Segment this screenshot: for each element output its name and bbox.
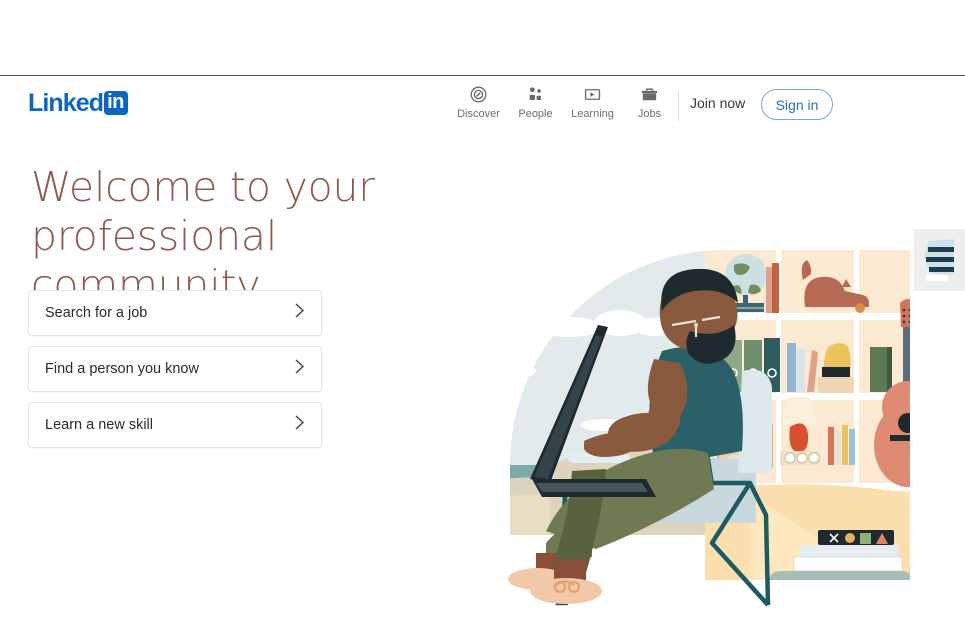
compass-icon	[469, 83, 488, 105]
quick-action-search-for-a-job[interactable]: Search for a job	[28, 290, 322, 336]
nav-item-learning[interactable]: Learning	[564, 83, 621, 120]
nav-label-learning: Learning	[571, 108, 614, 120]
chevron-right-icon	[294, 358, 305, 380]
quick-action-label: Learn a new skill	[45, 417, 153, 433]
nav-label-people: People	[518, 108, 553, 120]
briefcase-icon	[640, 83, 659, 105]
chevron-right-icon	[294, 302, 305, 324]
logo-wordmark: Linked	[28, 88, 104, 117]
site-header: Linked in Discover People Learning Jobs …	[0, 77, 965, 135]
page-body: Linked in Discover People Learning Jobs …	[0, 77, 965, 635]
nav-label-discover: Discover	[457, 108, 500, 120]
quick-action-label: Search for a job	[45, 305, 148, 321]
logo-badge: in	[104, 91, 128, 115]
quick-action-list: Search for a job Find a person you know …	[28, 290, 322, 458]
linkedin-logo[interactable]: Linked in	[28, 90, 128, 116]
quick-action-label: Find a person you know	[45, 361, 199, 377]
nav-label-jobs: Jobs	[637, 108, 662, 120]
headline-line-1: Welcome to your	[31, 163, 375, 211]
browser-chrome-strip	[0, 0, 965, 76]
nav-item-discover[interactable]: Discover	[450, 83, 507, 120]
join-now-button[interactable]: Join now	[690, 95, 745, 111]
nav-item-jobs[interactable]: Jobs	[621, 83, 678, 120]
learning-icon	[583, 83, 602, 105]
hero-illustration	[450, 135, 965, 635]
chevron-right-icon	[294, 414, 305, 436]
quick-action-learn-a-new-skill[interactable]: Learn a new skill	[28, 402, 322, 448]
sign-in-button[interactable]: Sign in	[761, 89, 833, 120]
header-divider	[678, 91, 679, 121]
primary-nav: Discover People Learning Jobs	[450, 83, 678, 120]
nav-item-people[interactable]: People	[507, 83, 564, 120]
floating-badge-widget[interactable]	[914, 229, 965, 291]
people-icon	[526, 83, 545, 105]
quick-action-find-a-person-you-know[interactable]: Find a person you know	[28, 346, 322, 392]
page-title: Welcome to your professional community	[31, 163, 461, 310]
